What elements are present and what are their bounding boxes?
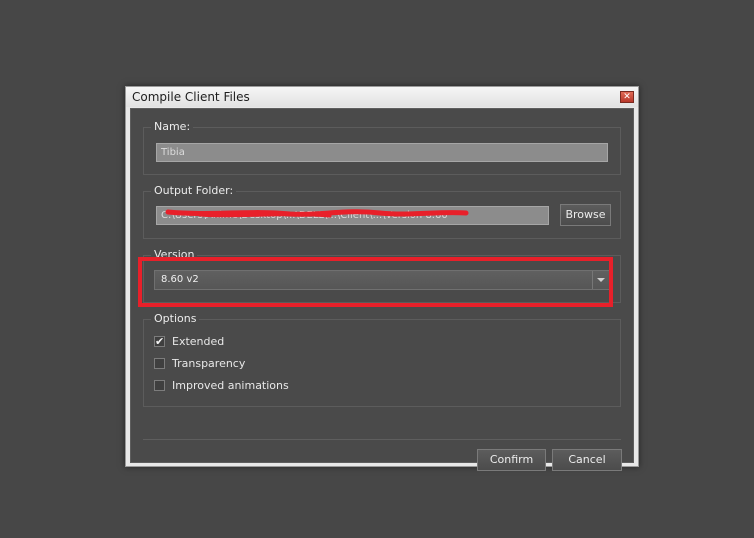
annotation-redaction-scribble <box>165 209 469 218</box>
